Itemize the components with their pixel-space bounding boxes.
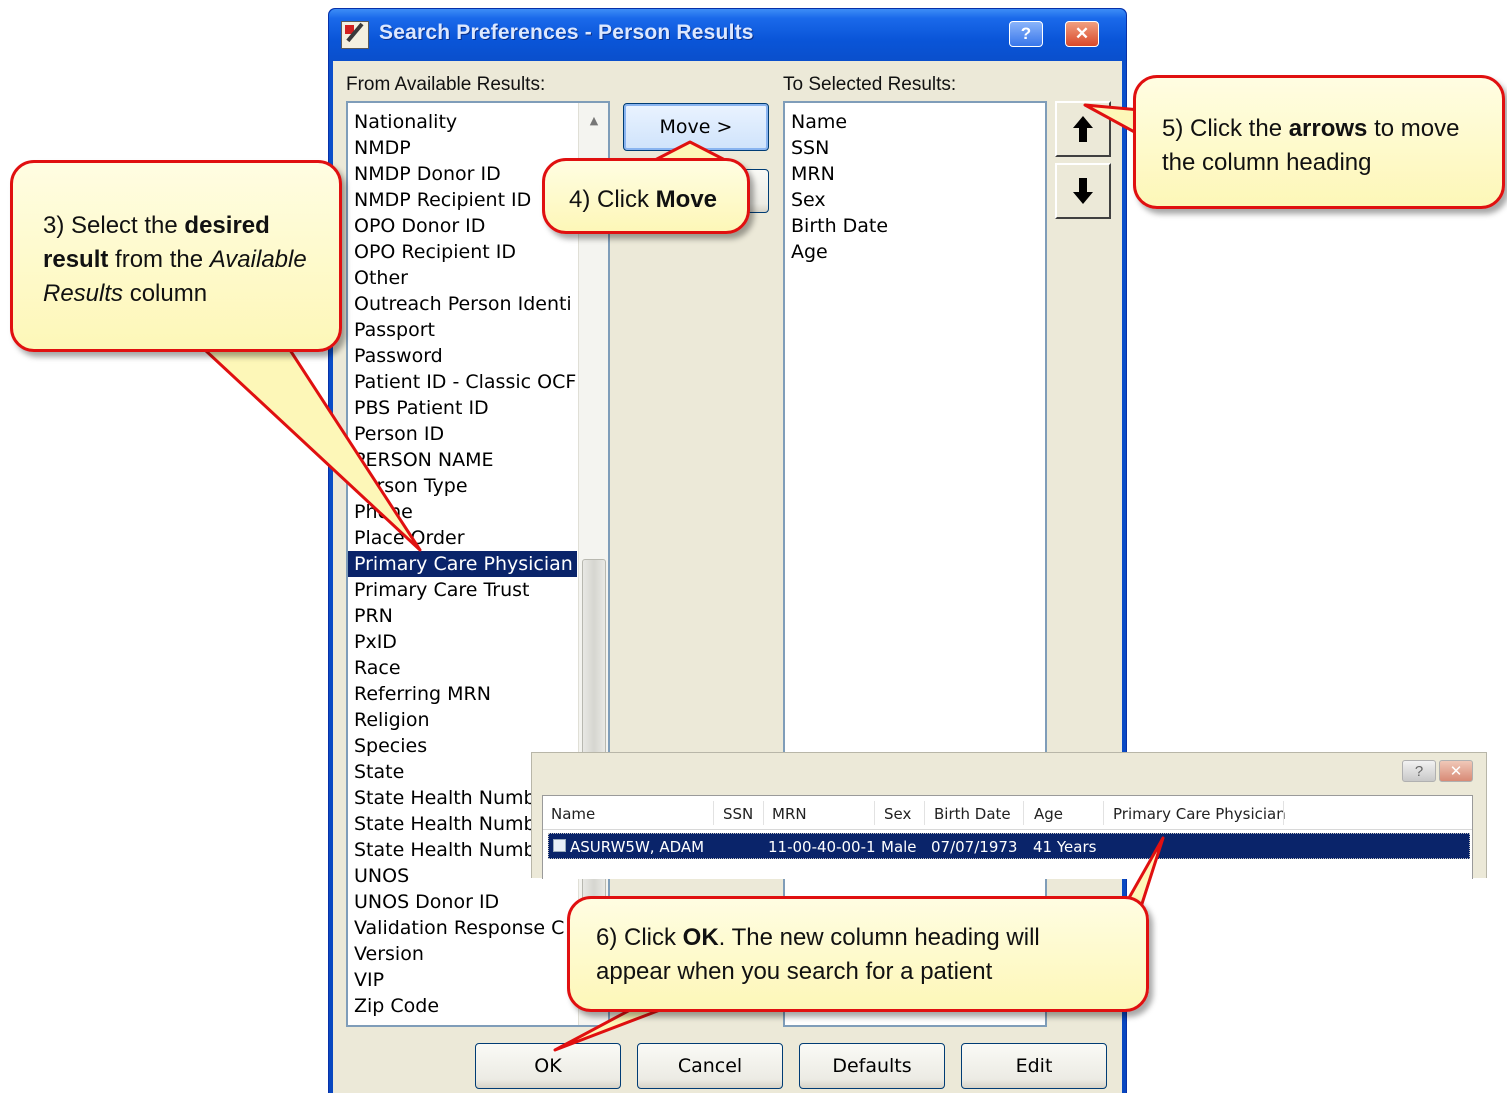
list-item[interactable]: PxID bbox=[348, 629, 584, 655]
list-item[interactable]: Passport bbox=[348, 317, 584, 343]
callout-step5: 5) Click the arrows to move the column h… bbox=[1133, 75, 1505, 209]
list-item[interactable]: Birth Date bbox=[785, 213, 1035, 239]
list-item[interactable]: Race bbox=[348, 655, 584, 681]
list-item[interactable]: Validation Response C bbox=[348, 915, 584, 941]
callout-step3-text-2: from the bbox=[108, 246, 210, 273]
callout-step6-bold: OK bbox=[682, 924, 719, 951]
list-item[interactable]: OPO Recipient ID bbox=[348, 239, 584, 265]
results-grid-header: Name SSN MRN Sex Birth Date Age Primary … bbox=[543, 796, 1472, 830]
list-item[interactable]: Primary Care Physician bbox=[348, 551, 577, 577]
callout-step5-bold: arrows bbox=[1288, 115, 1368, 142]
table-row[interactable]: ASURW5W, ADAM 11-00-40-00-1 Male 07/07/1… bbox=[548, 833, 1470, 859]
cell-birth-date: 07/07/1973 bbox=[931, 838, 1018, 856]
scroll-up-icon[interactable]: ▲ bbox=[583, 109, 605, 131]
list-item[interactable]: Age bbox=[785, 239, 1035, 265]
list-item[interactable]: Patient ID - Classic OCF bbox=[348, 369, 584, 395]
list-item[interactable]: Referring MRN bbox=[348, 681, 584, 707]
list-item[interactable]: MRN bbox=[785, 161, 1035, 187]
list-item[interactable]: Place Order bbox=[348, 525, 584, 551]
close-button[interactable]: ✕ bbox=[1065, 21, 1099, 47]
results-close-button[interactable]: ✕ bbox=[1439, 760, 1473, 782]
list-item[interactable]: Sex bbox=[785, 187, 1035, 213]
list-item[interactable]: PERSON NAME bbox=[348, 447, 584, 473]
list-item[interactable]: Religion bbox=[348, 707, 584, 733]
arrow-down-icon bbox=[1073, 178, 1093, 204]
selected-results-label: To Selected Results: bbox=[783, 74, 957, 95]
callout-step4-text: 4) Click bbox=[569, 186, 656, 213]
dialog-title: Search Preferences - Person Results bbox=[379, 21, 754, 44]
list-item[interactable]: Primary Care Trust bbox=[348, 577, 584, 603]
move-button[interactable]: Move > bbox=[623, 103, 769, 151]
defaults-button[interactable]: Defaults bbox=[799, 1043, 945, 1089]
available-results-label: From Available Results: bbox=[346, 74, 546, 95]
selected-results-items: Name SSN MRN Sex Birth Date Age bbox=[785, 109, 1035, 265]
column-header-birth-date[interactable]: Birth Date bbox=[934, 805, 1011, 823]
list-item[interactable]: Person Type bbox=[348, 473, 584, 499]
list-item[interactable]: Nationality bbox=[348, 109, 584, 135]
arrow-up-icon bbox=[1073, 116, 1093, 142]
list-item[interactable]: Phone bbox=[348, 499, 584, 525]
cell-mrn: 11-00-40-00-1 bbox=[768, 838, 876, 856]
list-item[interactable]: SSN bbox=[785, 135, 1035, 161]
column-header-primary-care-physician[interactable]: Primary Care Physician bbox=[1113, 805, 1286, 823]
cancel-button[interactable]: Cancel bbox=[637, 1043, 783, 1089]
list-item[interactable]: Other bbox=[348, 265, 584, 291]
list-item[interactable]: Person ID bbox=[348, 421, 584, 447]
column-header-age[interactable]: Age bbox=[1034, 805, 1063, 823]
callout-step5-text-1: 5) Click the bbox=[1162, 115, 1289, 142]
edit-button[interactable]: Edit bbox=[961, 1043, 1107, 1089]
results-grid: Name SSN MRN Sex Birth Date Age Primary … bbox=[542, 795, 1473, 879]
list-item[interactable]: PBS Patient ID bbox=[348, 395, 584, 421]
dialog-titlebar[interactable]: Search Preferences - Person Results ? ✕ bbox=[329, 9, 1126, 61]
callout-step4-bold: Move bbox=[655, 186, 718, 213]
list-item[interactable]: PRN bbox=[348, 603, 584, 629]
available-results-list[interactable]: Nationality NMDP NMDP Donor ID NMDP Recipie… bbox=[346, 101, 610, 1027]
help-button[interactable]: ? bbox=[1009, 21, 1043, 47]
list-item[interactable]: Version bbox=[348, 941, 584, 967]
callout-step6-text-1: 6) Click bbox=[596, 924, 683, 951]
list-item[interactable]: Zip Code bbox=[348, 993, 584, 1019]
move-down-button[interactable] bbox=[1055, 163, 1111, 219]
column-header-ssn[interactable]: SSN bbox=[723, 805, 753, 823]
list-item[interactable]: Outreach Person Identi bbox=[348, 291, 584, 317]
callout-step4: 4) Click Move bbox=[542, 158, 750, 234]
list-item[interactable]: Password bbox=[348, 343, 584, 369]
callout-step6: 6) Click OK. The new column heading will… bbox=[567, 896, 1149, 1012]
selected-results-list[interactable]: Name SSN MRN Sex Birth Date Age bbox=[783, 101, 1047, 1027]
column-header-name[interactable]: Name bbox=[551, 805, 595, 823]
list-item[interactable]: VIP bbox=[348, 967, 584, 993]
edit-preferences-icon bbox=[341, 21, 369, 49]
list-item[interactable]: NMDP bbox=[348, 135, 584, 161]
callout-step3: 3) Select the desired result from the Av… bbox=[10, 160, 342, 352]
list-item[interactable]: Name bbox=[785, 109, 1035, 135]
results-help-button[interactable]: ? bbox=[1402, 760, 1436, 782]
scrollbar-thumb[interactable] bbox=[582, 559, 606, 939]
cell-name: ASURW5W, ADAM bbox=[570, 838, 705, 856]
patient-record-icon bbox=[553, 839, 566, 852]
list-item[interactable]: UNOS Donor ID bbox=[348, 889, 584, 915]
available-results-items: Nationality NMDP NMDP Donor ID NMDP Recipie… bbox=[348, 109, 584, 1019]
person-search-results-window: ? ✕ Name SSN MRN Sex Birth Date Age Prim… bbox=[531, 752, 1487, 879]
callout-step3-text-1: 3) Select the bbox=[43, 212, 185, 239]
cell-age: 41 Years bbox=[1033, 838, 1097, 856]
available-list-scrollbar[interactable]: ▲ bbox=[578, 103, 608, 1025]
cell-sex: Male bbox=[881, 838, 917, 856]
column-header-sex[interactable]: Sex bbox=[884, 805, 911, 823]
callout-step3-text-3: column bbox=[123, 280, 208, 307]
move-up-button[interactable] bbox=[1055, 101, 1111, 157]
ok-button[interactable]: OK bbox=[475, 1043, 621, 1089]
column-header-mrn[interactable]: MRN bbox=[772, 805, 807, 823]
